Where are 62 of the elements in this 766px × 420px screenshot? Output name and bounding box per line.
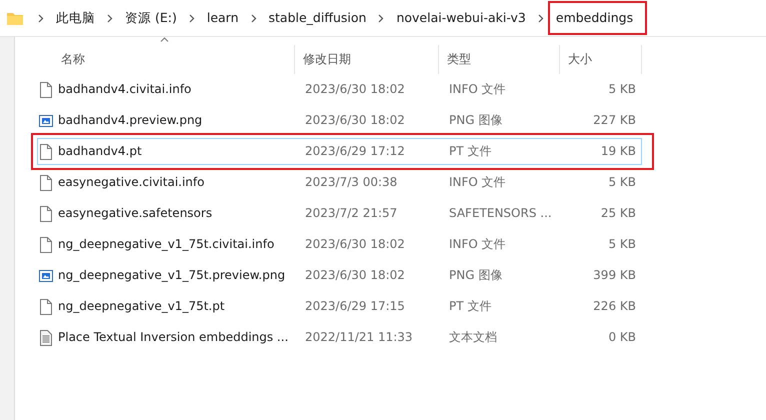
file-icon <box>40 174 52 190</box>
file-size: 0 KB <box>607 329 637 346</box>
file-type: SAFETENSORS ... <box>448 205 553 222</box>
modified-date: 2023/6/30 18:02 <box>304 236 406 253</box>
chevron-icon <box>378 14 384 22</box>
file-size: 399 KB <box>592 267 637 284</box>
file-icon <box>40 236 52 252</box>
modified-date: 2023/6/30 18:02 <box>304 81 406 98</box>
file-type: INFO 文件 <box>448 81 507 98</box>
file-name[interactable]: badhandv4.pt <box>55 136 295 167</box>
file-size: 227 KB <box>592 112 637 129</box>
column-header[interactable]: 大小 <box>560 45 642 74</box>
chevron-icon <box>107 14 113 22</box>
chevron-icon <box>38 14 44 22</box>
file-size: 5 KB <box>607 81 637 98</box>
file-name[interactable]: Place Textual Inversion embeddings ... <box>55 322 295 353</box>
breadcrumb-item[interactable]: 资源 (E:) <box>119 6 183 30</box>
column-header[interactable]: 修改日期 <box>295 45 439 74</box>
file-size: 5 KB <box>607 236 637 253</box>
file-name[interactable]: badhandv4.preview.png <box>55 105 295 136</box>
file-name[interactable]: ng_deepnegative_v1_75t.pt <box>55 291 295 322</box>
text-file-icon <box>40 330 52 346</box>
file-size: 19 KB <box>600 143 637 160</box>
file-icon <box>40 82 52 98</box>
file-type: PNG 图像 <box>448 112 504 129</box>
column-header[interactable]: 类型 <box>439 45 560 74</box>
file-size: 5 KB <box>607 174 637 191</box>
file-type: PT 文件 <box>448 143 492 160</box>
image-file-icon <box>39 114 53 126</box>
file-icon <box>40 206 52 222</box>
modified-date: 2023/6/30 18:02 <box>304 267 406 284</box>
modified-date: 2023/6/29 17:12 <box>304 143 406 160</box>
breadcrumb-item[interactable]: stable_diffusion <box>262 6 372 30</box>
breadcrumb-item[interactable]: embeddings <box>550 2 646 34</box>
file-type: PT 文件 <box>448 298 492 315</box>
chevron-icon <box>538 14 544 22</box>
breadcrumb-item[interactable]: 此电脑 <box>50 6 101 30</box>
file-type: 文本文档 <box>448 329 498 346</box>
file-name[interactable]: easynegative.safetensors <box>55 198 295 229</box>
file-type: PNG 图像 <box>448 267 504 284</box>
column-header[interactable]: 名称 <box>55 45 295 74</box>
file-type: INFO 文件 <box>448 174 507 191</box>
breadcrumb-item[interactable]: learn <box>200 6 245 30</box>
file-icon <box>40 144 52 160</box>
chevron-icon <box>188 14 195 22</box>
file-name[interactable]: ng_deepnegative_v1_75t.civitai.info <box>55 229 295 260</box>
file-name[interactable]: easynegative.civitai.info <box>55 167 295 198</box>
modified-date: 2023/6/29 17:15 <box>304 298 406 315</box>
file-name[interactable]: ng_deepnegative_v1_75t.preview.png <box>55 260 295 291</box>
file-size: 226 KB <box>592 298 637 315</box>
chevron-icon <box>250 14 257 22</box>
breadcrumb-item[interactable]: novelai-webui-aki-v3 <box>390 6 532 30</box>
modified-date: 2022/11/21 11:33 <box>304 329 414 346</box>
modified-date: 2023/6/30 18:02 <box>304 112 406 129</box>
file-size: 25 KB <box>600 205 637 222</box>
file-name[interactable]: badhandv4.civitai.info <box>55 74 295 105</box>
file-icon <box>40 298 52 314</box>
file-type: INFO 文件 <box>448 236 507 253</box>
modified-date: 2023/7/3 00:38 <box>304 174 398 191</box>
folder-icon[interactable] <box>6 10 24 26</box>
image-file-icon <box>39 270 53 282</box>
modified-date: 2023/7/2 21:57 <box>304 205 398 222</box>
